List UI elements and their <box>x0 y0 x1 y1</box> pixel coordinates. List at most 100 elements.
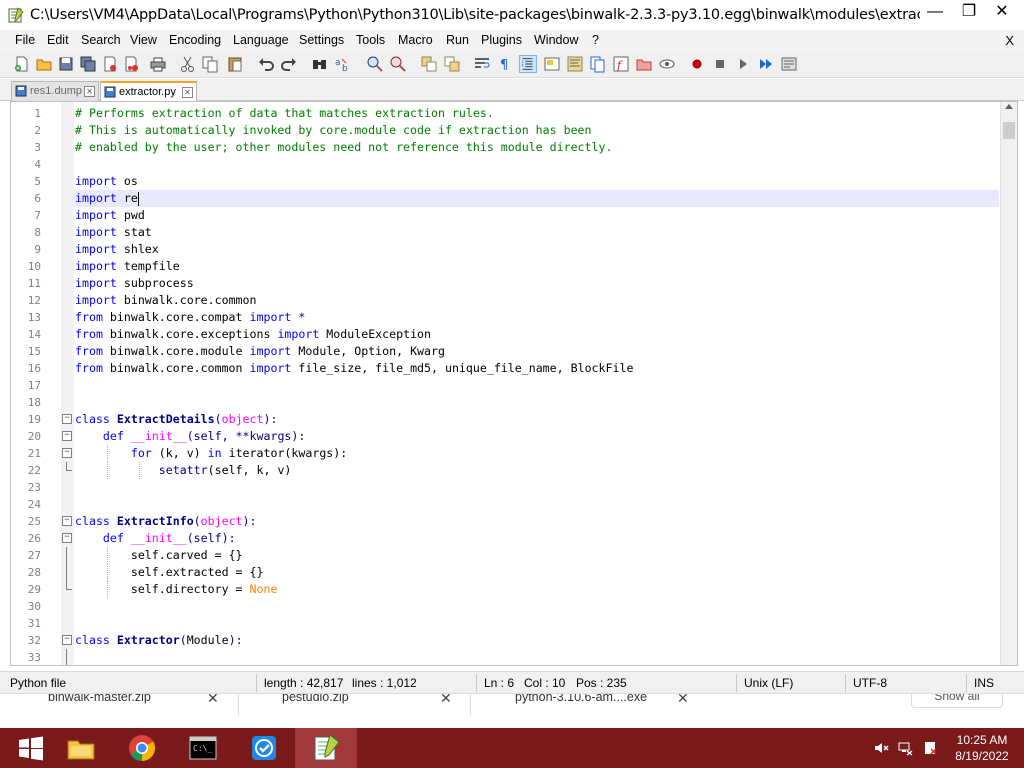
undo-icon[interactable] <box>257 55 275 73</box>
command-prompt-taskbar-button[interactable]: C:\_ <box>172 728 234 768</box>
find-icon[interactable] <box>311 55 329 73</box>
save-all-icon[interactable] <box>79 55 97 73</box>
status-length: length : 42,817 <box>264 676 344 690</box>
zoom-out-icon[interactable] <box>389 55 407 73</box>
close-file-icon[interactable] <box>101 55 119 73</box>
show-all-downloads-button[interactable]: Show all <box>911 694 1003 708</box>
menu-settings[interactable]: Settings <box>299 33 344 47</box>
download-item[interactable]: binwalk-master.zip <box>48 694 151 704</box>
document-list-icon[interactable] <box>589 55 607 73</box>
cut-icon[interactable] <box>179 55 197 73</box>
monitoring-icon[interactable] <box>658 55 676 73</box>
close-document-button[interactable]: X <box>1005 33 1014 48</box>
status-eol: Unix (LF) <box>744 676 794 690</box>
paste-icon[interactable] <box>226 55 244 73</box>
code-editor[interactable]: 1 # Performs extraction of data that matc… <box>10 101 1018 666</box>
save-icon[interactable] <box>57 55 75 73</box>
code-line: 3 # enabled by the user; other modules ne… <box>34 140 613 154</box>
fold-collapse-icon[interactable]: − <box>62 414 72 424</box>
show-all-characters-icon[interactable]: ¶ <box>496 55 514 73</box>
run-macro-multiple-icon[interactable] <box>757 55 775 73</box>
folder-as-workspace-icon[interactable] <box>635 55 653 73</box>
user-defined-language-icon[interactable] <box>543 55 561 73</box>
tab-close-icon[interactable]: ✕ <box>182 87 193 98</box>
menu-encoding[interactable]: Encoding <box>169 33 221 47</box>
status-bar: Python file length : 42,817 lines : 1,01… <box>0 671 1024 693</box>
file-icon <box>104 86 116 98</box>
record-macro-icon[interactable] <box>688 55 706 73</box>
download-item[interactable]: python-3.10.6-am....exe <box>515 694 647 704</box>
sync-vertical-icon[interactable] <box>420 55 438 73</box>
menu-file[interactable]: File <box>15 33 35 47</box>
download-item[interactable]: pestudio.zip <box>282 694 349 704</box>
playback-icon[interactable] <box>734 55 752 73</box>
fold-collapse-icon[interactable]: − <box>62 635 72 645</box>
menu-view[interactable]: View <box>130 33 157 47</box>
code-area[interactable]: 1 # Performs extraction of data that matc… <box>27 105 999 665</box>
file-explorer-taskbar-button[interactable] <box>50 728 112 768</box>
download-close-icon[interactable]: ✕ <box>677 694 689 707</box>
code-line: 24 <box>27 498 41 511</box>
new-file-icon[interactable] <box>13 55 31 73</box>
save-macro-icon[interactable] <box>780 55 798 73</box>
code-line: 18 <box>27 396 41 409</box>
zoom-in-icon[interactable] <box>366 55 384 73</box>
network-icon[interactable] <box>898 740 914 759</box>
tab-close-icon[interactable]: ✕ <box>84 86 95 97</box>
fold-collapse-icon[interactable]: − <box>62 516 72 526</box>
print-icon[interactable] <box>149 55 167 73</box>
indent-guide-icon[interactable] <box>519 55 537 73</box>
volume-muted-icon[interactable] <box>873 740 889 759</box>
download-shelf: binwalk-master.zip ✕ pestudio.zip ✕ pyth… <box>0 693 1024 728</box>
redo-icon[interactable] <box>280 55 298 73</box>
code-line: 14 from binwalk.core.exceptions import Mo… <box>27 327 432 341</box>
fold-collapse-icon[interactable]: − <box>62 448 72 458</box>
menu-search[interactable]: Search <box>81 33 121 47</box>
stop-recording-icon[interactable] <box>711 55 729 73</box>
clock-date: 8/19/2022 <box>955 749 1009 763</box>
scrollbar-thumb[interactable] <box>1003 122 1015 139</box>
vertical-scrollbar[interactable] <box>1000 102 1017 665</box>
function-list-icon[interactable]: f <box>612 55 630 73</box>
menu-edit[interactable]: Edit <box>47 33 69 47</box>
system-clock[interactable]: 10:25 AM 8/19/2022 <box>944 732 1020 764</box>
replace-icon[interactable]: ab <box>334 55 352 73</box>
menu-help[interactable]: ? <box>592 33 599 47</box>
code-line: 30 <box>27 600 41 613</box>
code-line: 21− for (k, v) in iterator(kwargs): <box>27 445 348 462</box>
open-file-icon[interactable] <box>35 55 53 73</box>
menu-run[interactable]: Run <box>446 33 469 47</box>
sync-horizontal-icon[interactable] <box>443 55 461 73</box>
notepad-plus-plus-taskbar-button[interactable] <box>295 728 357 768</box>
menu-macro[interactable]: Macro <box>398 33 433 47</box>
task-app-taskbar-button[interactable] <box>233 728 295 768</box>
download-close-icon[interactable]: ✕ <box>440 694 452 707</box>
code-line: 31 <box>27 617 41 630</box>
code-line: 9 import shlex <box>34 242 159 256</box>
code-line: 28 self.extracted = {} <box>27 564 264 581</box>
word-wrap-icon[interactable] <box>473 55 491 73</box>
close-button[interactable]: ✕ <box>985 0 1019 26</box>
status-pos: Pos : 235 <box>576 676 627 690</box>
menu-tools[interactable]: Tools <box>356 33 385 47</box>
close-all-icon[interactable] <box>123 55 141 73</box>
minimize-button[interactable]: — <box>918 0 952 26</box>
copy-icon[interactable] <box>201 55 219 73</box>
code-line: 1 # Performs extraction of data that matc… <box>34 106 494 120</box>
tab-extractor-py[interactable]: extractor.py ✕ <box>100 81 197 101</box>
download-close-icon[interactable]: ✕ <box>207 694 219 707</box>
action-center-icon[interactable] <box>922 740 938 759</box>
checkmark-app-icon <box>252 736 276 760</box>
scroll-up-icon[interactable] <box>1005 104 1013 109</box>
maximize-button[interactable]: ❐ <box>952 0 986 26</box>
menu-window[interactable]: Window <box>534 33 578 47</box>
fold-collapse-icon[interactable]: − <box>62 533 72 543</box>
tab-res1-dump[interactable]: res1.dump ✕ <box>11 81 99 101</box>
menu-language[interactable]: Language <box>233 33 289 47</box>
chrome-taskbar-button[interactable] <box>111 728 173 768</box>
document-map-icon[interactable] <box>566 55 584 73</box>
fold-collapse-icon[interactable]: − <box>62 431 72 441</box>
menu-plugins[interactable]: Plugins <box>481 33 522 47</box>
text-caret <box>137 191 139 206</box>
chrome-icon <box>129 735 156 762</box>
